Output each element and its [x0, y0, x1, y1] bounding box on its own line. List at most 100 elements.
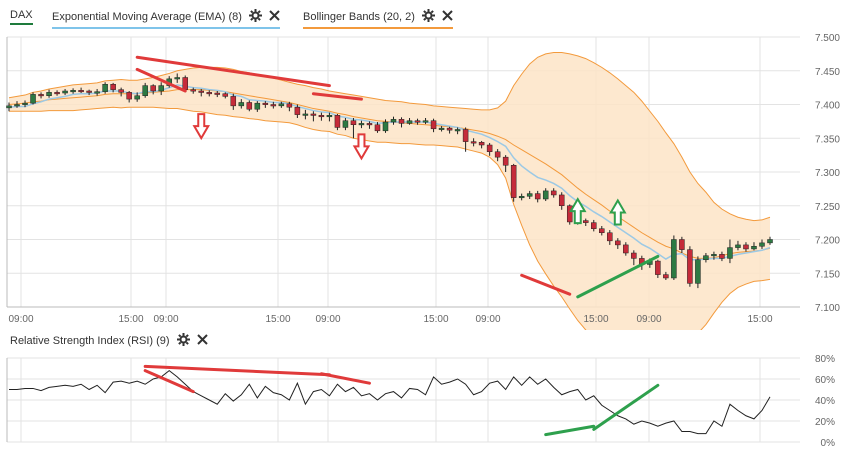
- rsi-line: [9, 369, 771, 435]
- candle-up: [727, 247, 733, 259]
- price-x-tick: 15:00: [423, 314, 448, 325]
- candle-down: [470, 141, 477, 144]
- price-x-tick: 15:00: [747, 314, 772, 325]
- candle-down: [150, 85, 156, 92]
- price-y-tick: 7.500: [815, 33, 840, 44]
- candle-down: [318, 115, 325, 118]
- candle-up: [542, 190, 549, 200]
- candle-down: [478, 142, 485, 146]
- rsi-trendline: [143, 369, 195, 394]
- candle-up: [735, 244, 741, 248]
- rsi-line-group: [9, 369, 771, 435]
- candle-up: [438, 127, 445, 130]
- rsi-y-tick: 80%: [815, 354, 835, 365]
- price-y-tick: 7.400: [815, 101, 840, 112]
- candle-down: [366, 123, 373, 126]
- candle-down: [334, 115, 341, 128]
- price-x-tick: 09:00: [153, 314, 178, 325]
- candle-down: [510, 165, 517, 198]
- price-x-axis: 09:00 15:00 09:00 15:00 09:00 15:00 09:00 15:00…: [8, 314, 772, 325]
- candle-down: [230, 96, 237, 107]
- candle-down: [182, 77, 188, 90]
- rsi-trendline: [544, 424, 596, 437]
- candle-up: [703, 255, 709, 260]
- candle-down: [38, 94, 44, 97]
- candle-up: [14, 104, 20, 107]
- candle-up: [695, 259, 701, 284]
- candle-up: [518, 196, 525, 199]
- candle-up: [30, 94, 36, 104]
- candle-down: [687, 249, 693, 284]
- candle-down: [663, 274, 669, 279]
- price-chart[interactable]: 7.500 7.450 7.400 7.350 7.300 7.250 7.200 7.150…: [0, 0, 852, 330]
- rsi-annotations: [143, 364, 660, 437]
- price-x-tick: 09:00: [475, 314, 500, 325]
- candle-down: [126, 92, 132, 100]
- candle-down: [270, 104, 277, 107]
- candle-down: [631, 252, 637, 259]
- candle-up: [342, 120, 349, 128]
- candle-up: [759, 242, 765, 247]
- candle-down: [222, 93, 229, 97]
- price-y-tick: 7.450: [815, 67, 840, 78]
- rsi-title: Relative Strength Index (RSI) (9): [10, 334, 170, 347]
- candle-down: [502, 156, 509, 166]
- candle-up: [526, 193, 533, 197]
- candle-up: [158, 85, 164, 92]
- candle-down: [118, 89, 124, 93]
- candle-down: [414, 120, 421, 123]
- candle-down: [214, 92, 221, 95]
- rsi-trendline: [143, 364, 331, 377]
- candle-down: [374, 124, 381, 132]
- candle-up: [326, 115, 333, 118]
- rsi-y-tick: 40%: [815, 396, 835, 407]
- rsi-y-tick: 20%: [815, 417, 835, 428]
- candle-up: [767, 239, 773, 244]
- candle-up: [102, 84, 108, 92]
- candle-up: [671, 239, 677, 279]
- candle-down: [54, 92, 60, 95]
- rsi-close-icon[interactable]: [196, 334, 208, 348]
- candle-down: [86, 90, 92, 93]
- rsi-grid: [6, 357, 800, 443]
- candle-down: [623, 244, 629, 254]
- arrow-down-icon: [192, 113, 210, 141]
- price-y-tick: 7.350: [815, 134, 840, 145]
- candle-down: [78, 90, 84, 93]
- candle-down: [446, 127, 453, 131]
- candle-down: [607, 232, 613, 242]
- candle-down: [462, 129, 469, 142]
- price-y-tick: 7.150: [815, 269, 840, 280]
- candle-down: [558, 194, 565, 206]
- candle-up: [422, 120, 429, 123]
- candle-down: [615, 240, 621, 246]
- price-y-tick: 7.100: [815, 303, 840, 314]
- price-y-tick: 7.250: [815, 202, 840, 213]
- candle-up: [406, 120, 413, 124]
- candle-down: [110, 84, 116, 90]
- candle-down: [719, 254, 725, 259]
- candle-down: [550, 190, 557, 196]
- candle-down: [430, 120, 437, 130]
- candle-up: [390, 119, 397, 123]
- price-x-tick: 09:00: [315, 314, 340, 325]
- candle-up: [46, 92, 52, 96]
- price-y-axis: 7.500 7.450 7.400 7.350 7.300 7.250 7.200 7.150…: [815, 33, 840, 314]
- candle-up: [22, 102, 28, 105]
- candle-up: [382, 121, 389, 132]
- rsi-y-tick: 0%: [821, 438, 836, 449]
- price-y-tick: 7.300: [815, 168, 840, 179]
- candle-up: [6, 105, 12, 109]
- candle-down: [286, 103, 293, 108]
- price-x-tick: 09:00: [8, 314, 33, 325]
- candle-down: [486, 144, 493, 152]
- candle-down: [494, 151, 501, 158]
- candle-up: [174, 77, 180, 80]
- candle-down: [294, 106, 301, 115]
- candle-down: [198, 90, 205, 93]
- bollinger-band: [8, 52, 771, 330]
- candle-down: [591, 222, 597, 229]
- candle-up: [711, 254, 717, 257]
- rsi-settings-gear-icon[interactable]: [176, 333, 190, 349]
- candle-down: [679, 239, 685, 250]
